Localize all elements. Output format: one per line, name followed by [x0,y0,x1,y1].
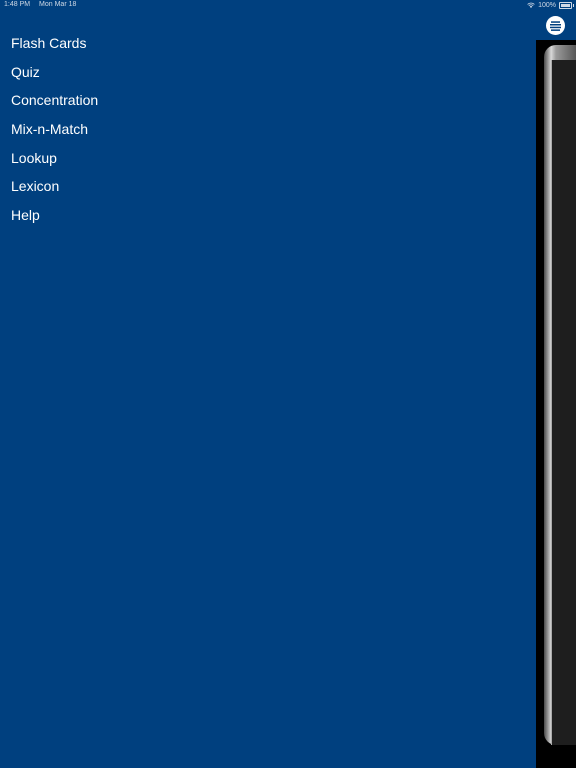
menu-item-flash-cards[interactable]: Flash Cards [11,34,98,63]
drawer-menu: Flash Cards Quiz Concentration Mix-n-Mat… [11,34,98,235]
navigation-drawer: 1:48 PM Mon Mar 18 Flash Cards Quiz Conc… [0,0,536,768]
main-content-peek: 100% [527,0,576,768]
status-bar-right: 100% [527,1,574,10]
menu-item-lexicon[interactable]: Lexicon [11,177,98,206]
top-bar: 100% [527,0,576,40]
status-bar-left: 1:48 PM Mon Mar 18 [4,1,83,8]
menu-item-quiz[interactable]: Quiz [11,63,98,92]
battery-icon [559,2,574,9]
battery-percent: 100% [538,2,556,9]
menu-item-lookup[interactable]: Lookup [11,149,98,178]
menu-item-concentration[interactable]: Concentration [11,91,98,120]
app-screen: 1:48 PM Mon Mar 18 Flash Cards Quiz Conc… [0,0,576,768]
menu-item-help[interactable]: Help [11,206,98,235]
hamburger-menu-icon[interactable] [546,16,565,35]
menu-item-mix-n-match[interactable]: Mix-n-Match [11,120,98,149]
status-date: Mon Mar 18 [39,1,77,8]
wifi-icon [527,2,535,8]
status-time: 1:48 PM [4,1,31,8]
flash-card-frame [544,45,576,745]
flash-card-surface [551,60,576,745]
